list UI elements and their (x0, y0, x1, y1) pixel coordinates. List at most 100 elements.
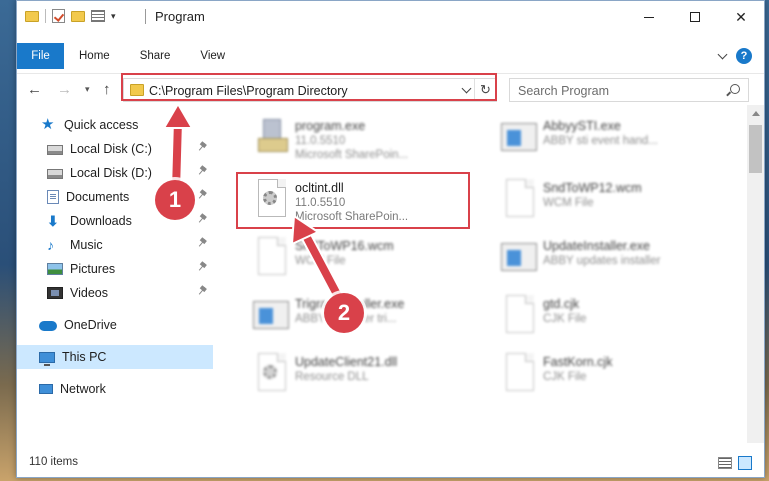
file-item[interactable]: SndToWP16.wcm WCM File (245, 231, 485, 281)
file-name: UpdateInstaller.exe (543, 239, 651, 253)
star-icon: ★ (41, 116, 55, 133)
file-name: AbbyySTI.exe (543, 119, 621, 133)
file-item[interactable]: TrigramInstaller.exe ABBYY Reader tri... (245, 289, 485, 339)
search-box[interactable]: Search Program (509, 78, 749, 102)
scroll-thumb[interactable] (749, 125, 762, 173)
new-folder-icon[interactable] (71, 10, 85, 22)
sidebar-item-label: Documents (66, 190, 130, 204)
tab-file[interactable]: File (17, 43, 64, 69)
dll-gear-icon (253, 353, 289, 393)
details-view-icon[interactable] (718, 457, 732, 469)
file-item[interactable]: SndToWP12.wcm WCM File (493, 173, 733, 223)
file-name: SndToWP16.wcm (295, 239, 394, 253)
file-item[interactable]: program.exe 11.0.5510 Microsoft SharePoi… (245, 111, 485, 161)
file-detail: 11.0.5510 (295, 197, 346, 209)
tab-view[interactable]: View (185, 43, 240, 69)
file-item[interactable]: AbbyySTI.exe ABBY sti event hand... (493, 111, 733, 161)
properties-check-icon[interactable] (52, 9, 65, 23)
file-detail: CJK File (543, 371, 587, 383)
blank-file-icon (253, 237, 289, 277)
pin-icon[interactable] (198, 191, 210, 202)
file-list: program.exe 11.0.5510 Microsoft SharePoi… (231, 105, 749, 443)
folder-icon (25, 10, 39, 22)
app-window-icon (501, 117, 537, 157)
sidebar-item-label: Downloads (70, 214, 132, 228)
address-bar[interactable]: C:\Program Files\Program Directory ↻ (123, 78, 497, 102)
close-button[interactable]: ✕ (718, 1, 764, 33)
file-detail: ABBY updates installer (543, 255, 661, 267)
file-name: UpdateClient21.dll (295, 355, 398, 369)
sidebar-item-quick-access[interactable]: ★ Quick access (17, 113, 213, 137)
vertical-scrollbar[interactable] (747, 105, 764, 443)
scroll-up-icon[interactable] (752, 111, 760, 116)
sidebar-item-label: Local Disk (C:) (70, 142, 152, 156)
sidebar-item-music[interactable]: ♪ Music (17, 233, 213, 257)
blank-file-icon (501, 353, 537, 393)
sidebar-item-videos[interactable]: Videos (17, 281, 213, 305)
recent-locations-icon[interactable]: ▾ (85, 84, 90, 95)
file-item[interactable]: gtd.cjk CJK File (493, 289, 733, 339)
address-row: ← → ▾ ↑ C:\Program Files\Program Directo… (17, 73, 764, 105)
file-detail: CJK File (543, 313, 587, 325)
sidebar-item-this-pc[interactable]: This PC (17, 345, 213, 369)
minimize-button[interactable] (626, 1, 672, 33)
close-icon: ✕ (735, 8, 747, 25)
sidebar-item-network[interactable]: Network (17, 377, 213, 401)
sidebar-item-local-disk-c[interactable]: Local Disk (C:) (17, 137, 213, 161)
ribbon-tabs: File Home Share View ? (17, 43, 764, 69)
refresh-icon[interactable]: ↻ (474, 79, 496, 101)
sidebar-item-pictures[interactable]: Pictures (17, 257, 213, 281)
chevron-down-icon[interactable] (461, 83, 472, 94)
pin-icon[interactable] (198, 215, 210, 226)
expand-ribbon-icon[interactable] (717, 49, 728, 59)
ribbon-right-controls: ? (717, 43, 764, 69)
file-item-ocltint-dll[interactable]: ocltint.dll 11.0.5510 Microsoft SharePoi… (245, 173, 485, 223)
customize-toolbar-icon[interactable]: ▾ (111, 11, 116, 22)
pin-icon[interactable] (198, 263, 210, 274)
file-item[interactable]: FastKorn.cjk CJK File (493, 347, 733, 397)
pin-icon[interactable] (198, 143, 210, 154)
pin-icon[interactable] (198, 239, 210, 250)
item-count: 110 items (29, 456, 79, 468)
program-icon (253, 117, 289, 157)
title-bar[interactable]: ▾ Program ✕ (17, 1, 764, 33)
address-path[interactable]: C:\Program Files\Program Directory (149, 84, 348, 98)
file-detail: WCM File (295, 255, 346, 267)
navigation-pane: ★ Quick access Local Disk (C:) Local Dis… (17, 109, 213, 439)
network-icon (39, 384, 53, 394)
help-icon[interactable]: ? (736, 48, 752, 64)
dll-gear-icon (253, 179, 289, 219)
tab-home[interactable]: Home (64, 43, 125, 69)
file-item[interactable]: UpdateInstaller.exe ABBY updates install… (493, 231, 733, 281)
maximize-icon (690, 12, 700, 22)
quick-access-toolbar: ▾ (25, 9, 116, 23)
title-divider (145, 9, 146, 24)
large-icons-view-icon[interactable] (738, 456, 752, 470)
pictures-icon (47, 263, 63, 275)
back-arrow-icon[interactable]: ← (27, 81, 42, 98)
file-explorer-window: ▾ Program ✕ File Home Share View ? ← → ▾… (16, 0, 765, 478)
sidebar-item-label: Local Disk (D:) (70, 166, 152, 180)
search-input[interactable]: Search Program (518, 84, 609, 98)
tab-share[interactable]: Share (125, 43, 186, 69)
file-name: SndToWP12.wcm (543, 181, 642, 195)
file-item[interactable]: UpdateClient21.dll Resource DLL (245, 347, 485, 397)
properties-icon[interactable] (91, 10, 105, 22)
search-icon[interactable] (730, 84, 740, 94)
up-arrow-icon[interactable]: ↑ (103, 81, 111, 98)
pin-icon[interactable] (198, 287, 210, 298)
file-detail: Microsoft SharePoin... (295, 211, 409, 223)
sidebar-item-label: OneDrive (64, 318, 117, 332)
sidebar-item-label: Network (60, 382, 106, 396)
forward-arrow-icon[interactable]: → (57, 81, 72, 98)
sidebar-item-onedrive[interactable]: OneDrive (17, 313, 213, 337)
blank-file-icon (501, 179, 537, 219)
file-name: FastKorn.cjk (543, 355, 613, 369)
computer-icon (39, 351, 55, 366)
disk-icon (47, 169, 63, 179)
pin-icon[interactable] (198, 167, 210, 178)
maximize-button[interactable] (672, 1, 718, 33)
file-detail: Microsoft SharePoin... (295, 149, 409, 161)
documents-icon (47, 190, 59, 204)
sidebar-item-label: Quick access (64, 118, 139, 132)
